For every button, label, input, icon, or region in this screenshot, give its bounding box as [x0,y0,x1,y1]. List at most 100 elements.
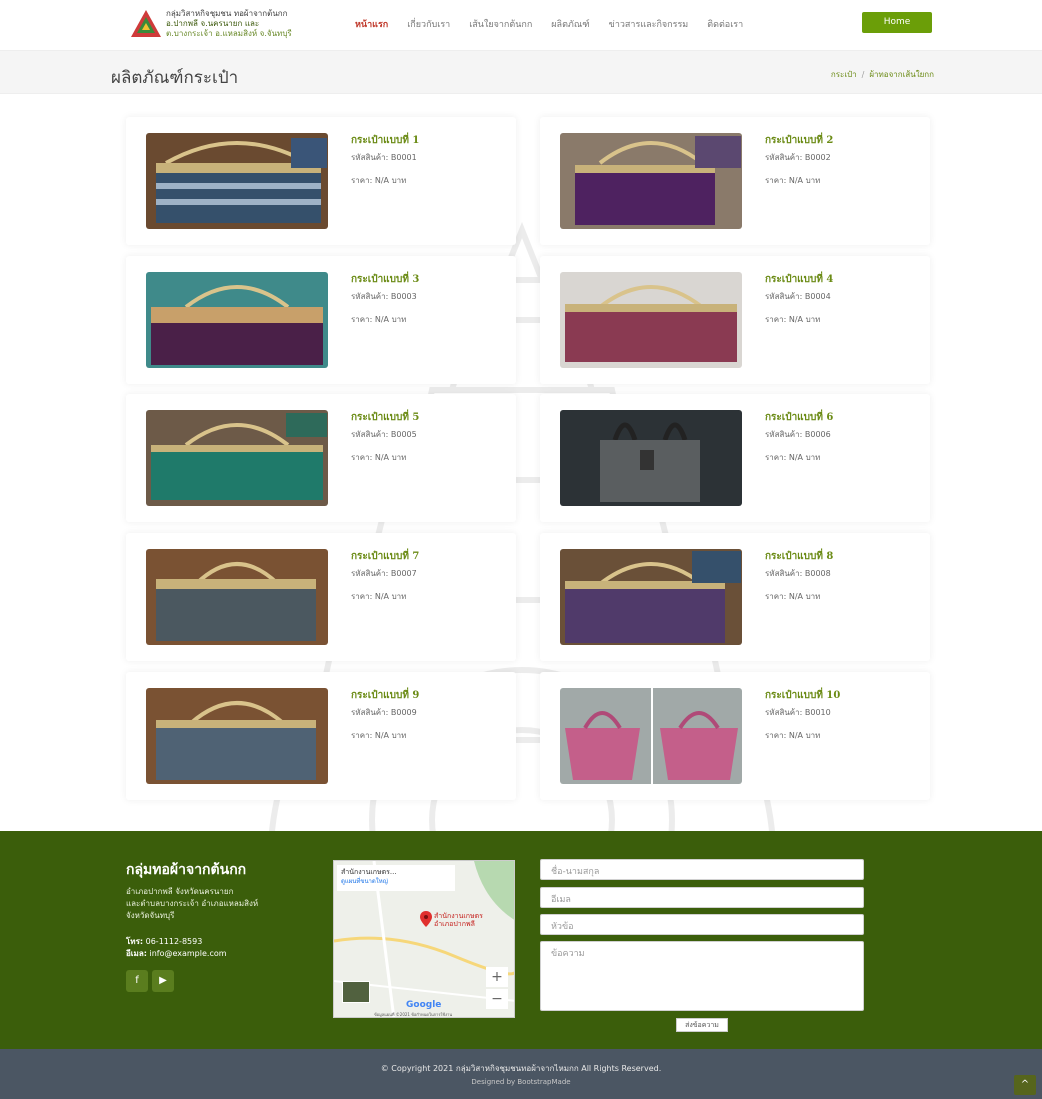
nav-fiber[interactable]: เส้นใยจากต้นกก [469,17,532,31]
site-footer: กลุ่มทอผ้าจากต้นกก อำเภอปากพลี จังหวัดนค… [0,831,1042,1049]
product-info: กระเป๋าแบบที่ 7 รหัสสินค้า: B0007 ราคา: … [351,549,419,603]
product-name[interactable]: กระเป๋าแบบที่ 8 [765,549,833,564]
product-price: ราคา: N/A บาท [351,592,407,601]
product-name[interactable]: กระเป๋าแบบที่ 4 [765,272,833,287]
site-header: กลุ่มวิสาหกิจชุมชน ทอผ้าจากต้นกก อ.ปากพล… [0,0,1042,48]
map-attribution: ข้อมูลแผนที่ ©2021 ข้อกำหนดในการใช้งาน [374,1012,453,1017]
copyright-text: © Copyright 2021 กลุ่มวิสาหกิจชุมชนทอผ้า… [380,1064,662,1073]
product-price: ราคา: N/A บาท [765,453,821,462]
map-pin-label-line-1: สำนักงานเกษตร [434,912,483,920]
product-image[interactable] [146,133,328,229]
product-image[interactable] [146,410,328,506]
product-info: กระเป๋าแบบที่ 6 รหัสสินค้า: B0006 ราคา: … [765,410,833,464]
product-image[interactable] [560,688,742,784]
product-card[interactable]: กระเป๋าแบบที่ 5 รหัสสินค้า: B0005 ราคา: … [126,394,516,522]
map-place-name: สำนักงานเกษตร... [341,868,397,876]
product-name[interactable]: กระเป๋าแบบที่ 10 [765,688,840,703]
footer-address: อำเภอปากพลี จังหวัดนครนายก และตำบลบางกระ… [126,886,301,922]
name-field[interactable]: ชื่อ-นามสกุล [540,859,864,880]
brand-line-3: ต.บางกระเจ้า อ.แหลมสิงห์ จ.จันทบุรี [166,29,292,38]
product-code: รหัสสินค้า: B0006 [765,430,831,439]
breadcrumb: กระเป๋า / ผ้าทอจากเส้นใยกก [831,68,934,81]
map-pin-label: สำนักงานเกษตร อำเภอปากพลี [434,912,483,928]
product-image[interactable] [560,272,742,368]
map-pin-icon[interactable] [420,911,432,927]
footer-contact: โทร: 06-1112-8593 อีเมล: info@example.co… [126,936,227,960]
product-card[interactable]: กระเป๋าแบบที่ 7 รหัสสินค้า: B0007 ราคา: … [126,533,516,661]
product-image[interactable] [146,549,328,645]
product-name[interactable]: กระเป๋าแบบที่ 3 [351,272,419,287]
product-card[interactable]: กระเป๋าแบบที่ 9 รหัสสินค้า: B0009 ราคา: … [126,672,516,800]
nav-contact[interactable]: ติดต่อเรา [707,17,743,31]
product-price: ราคา: N/A บาท [351,176,407,185]
product-price: ราคา: N/A บาท [765,731,821,740]
product-code: รหัสสินค้า: B0003 [351,292,417,301]
breadcrumb-separator: / [861,70,865,79]
product-image[interactable] [146,688,328,784]
product-card[interactable]: กระเป๋าแบบที่ 10 รหัสสินค้า: B0010 ราคา:… [540,672,930,800]
designed-by-text[interactable]: Designed by BootstrapMade [0,1078,1042,1086]
product-name[interactable]: กระเป๋าแบบที่ 1 [351,133,419,148]
main-nav: หน้าแรก เกี่ยวกับเรา เส้นใยจากต้นกก ผลิต… [355,17,743,31]
home-button[interactable]: Home [862,12,932,33]
product-name[interactable]: กระเป๋าแบบที่ 5 [351,410,419,425]
nav-products[interactable]: ผลิตภัณฑ์ [551,17,589,31]
product-price: ราคา: N/A บาท [765,592,821,601]
zoom-in-button[interactable]: + [486,967,508,987]
product-price: ราคา: N/A บาท [351,315,407,324]
product-info: กระเป๋าแบบที่ 10 รหัสสินค้า: B0010 ราคา:… [765,688,840,742]
logo-icon[interactable] [128,6,164,42]
zoom-out-button[interactable]: − [486,989,508,1009]
product-name[interactable]: กระเป๋าแบบที่ 6 [765,410,833,425]
product-card[interactable]: กระเป๋าแบบที่ 8 รหัสสินค้า: B0008 ราคา: … [540,533,930,661]
address-line-1: อำเภอปากพลี จังหวัดนครนายก [126,887,234,896]
product-price: ราคา: N/A บาท [351,731,407,740]
product-price: ราคา: N/A บาท [351,453,407,462]
product-card[interactable]: กระเป๋าแบบที่ 3 รหัสสินค้า: B0003 ราคา: … [126,256,516,384]
copyright-bar: © Copyright 2021 กลุ่มวิสาหกิจชุมชนทอผ้า… [0,1049,1042,1099]
product-name[interactable]: กระเป๋าแบบที่ 9 [351,688,419,703]
product-info: กระเป๋าแบบที่ 9 รหัสสินค้า: B0009 ราคา: … [351,688,419,742]
youtube-icon[interactable]: ▶ [152,970,174,992]
brand-line-1: กลุ่มวิสาหกิจชุมชน ทอผ้าจากต้นกก [166,9,288,18]
map-embed[interactable]: สำนักงานเกษตร... ดูแผนที่ขนาดใหญ่ สำนักง… [333,860,515,1018]
product-card[interactable]: กระเป๋าแบบที่ 2 รหัสสินค้า: B0002 ราคา: … [540,117,930,245]
send-button[interactable]: ส่งข้อความ [676,1018,728,1032]
back-to-top-button[interactable]: ^ [1014,1075,1036,1095]
email-address[interactable]: info@example.com [149,949,226,958]
message-field[interactable]: ข้อความ [540,941,864,1011]
nav-news[interactable]: ข่าวสารและกิจกรรม [609,17,689,31]
product-name[interactable]: กระเป๋าแบบที่ 2 [765,133,833,148]
product-image[interactable] [560,549,742,645]
breadcrumb-item-current: ผ้าทอจากเส้นใยกก [869,70,934,79]
nav-about[interactable]: เกี่ยวกับเรา [407,17,450,31]
brand-line-2: อ.ปากพลี จ.นครนายก และ [166,19,260,28]
product-card[interactable]: กระเป๋าแบบที่ 6 รหัสสินค้า: B0006 ราคา: … [540,394,930,522]
product-info: กระเป๋าแบบที่ 3 รหัสสินค้า: B0003 ราคา: … [351,272,419,326]
breadcrumb-item-bags[interactable]: กระเป๋า [831,70,857,79]
facebook-icon[interactable]: f [126,970,148,992]
product-info: กระเป๋าแบบที่ 5 รหัสสินค้า: B0005 ราคา: … [351,410,419,464]
product-info: กระเป๋าแบบที่ 2 รหัสสินค้า: B0002 ราคา: … [765,133,833,187]
product-image[interactable] [560,410,742,506]
product-code: รหัสสินค้า: B0008 [765,569,831,578]
address-line-2: และตำบลบางกระเจ้า อำเภอแหลมสิงห์ [126,899,259,908]
map-place-card: สำนักงานเกษตร... ดูแผนที่ขนาดใหญ่ [337,865,455,891]
product-card[interactable]: กระเป๋าแบบที่ 1 รหัสสินค้า: B0001 ราคา: … [126,117,516,245]
product-code: รหัสสินค้า: B0002 [765,153,831,162]
nav-home[interactable]: หน้าแรก [355,17,388,31]
footer-title: กลุ่มทอผ้าจากต้นกก [126,862,247,878]
product-image[interactable] [560,133,742,229]
page-titlebar: ผลิตภัณฑ์กระเป๋า กระเป๋า / ผ้าทอจากเส้นใยก… [0,50,1042,94]
map-larger-link[interactable]: ดูแผนที่ขนาดใหญ่ [341,877,451,887]
email-field[interactable]: อีเมล [540,887,864,908]
product-name[interactable]: กระเป๋าแบบที่ 7 [351,549,419,564]
page-title: ผลิตภัณฑ์กระเป๋า [111,68,239,88]
phone-number: 06-1112-8593 [145,937,203,946]
phone-label: โทร: [126,937,144,946]
subject-field[interactable]: หัวข้อ [540,914,864,935]
map-satellite-toggle[interactable] [342,981,370,1003]
product-card[interactable]: กระเป๋าแบบที่ 4 รหัสสินค้า: B0004 ราคา: … [540,256,930,384]
product-image[interactable] [146,272,328,368]
product-code: รหัสสินค้า: B0005 [351,430,417,439]
